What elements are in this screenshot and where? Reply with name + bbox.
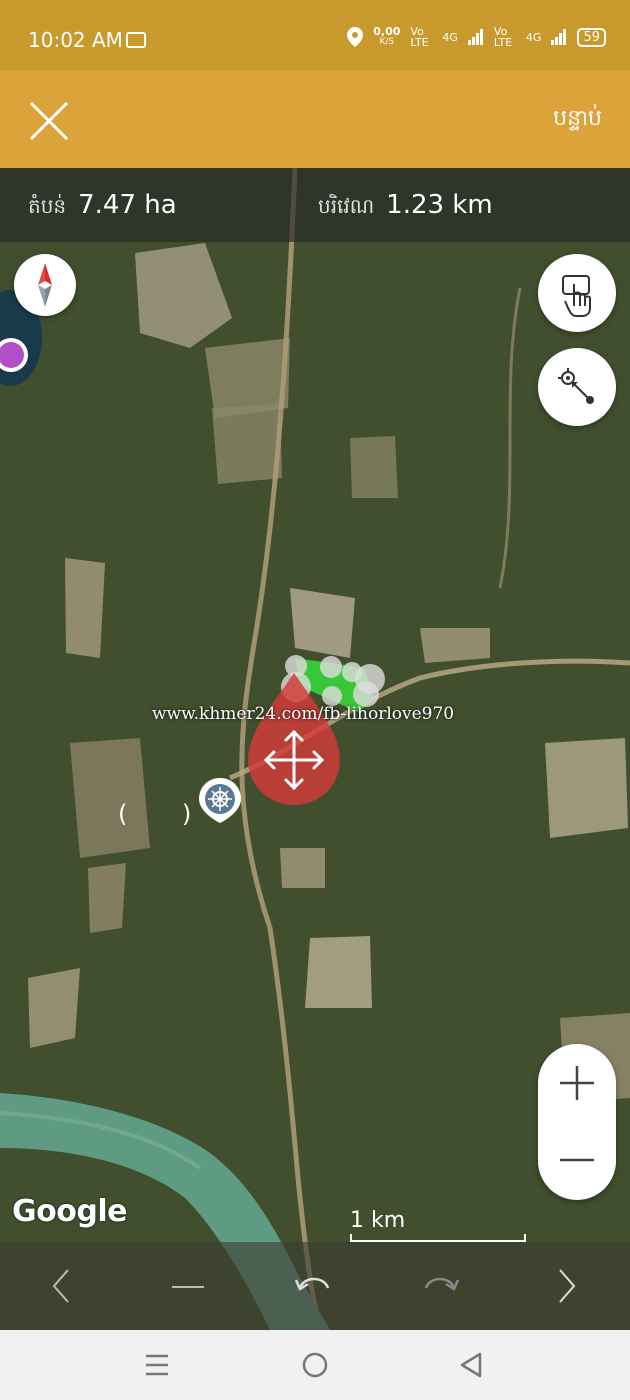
data-speed: 0,00 [373,25,401,38]
area-label: តំបន់ [28,194,67,218]
next-button[interactable]: បន្ទាប់ [553,104,602,136]
sim2-label: Vo LTE [493,25,513,49]
battery-indicator: 59 [577,27,606,47]
camera-icon [0,342,24,368]
pin-label-right: ) [182,800,192,828]
signal-icon [467,29,483,45]
watermark-text: www.khmer24.com/fb-lihorlove970 [152,704,455,724]
gps-point-icon [558,368,594,404]
zoom-in-button[interactable] [538,1044,616,1122]
google-logo: Google [12,1194,127,1229]
scale-bar [350,1234,526,1242]
compass-button[interactable] [14,254,76,316]
menu-icon[interactable] [144,1352,170,1378]
notification-icon [126,32,146,48]
chevron-left-icon[interactable] [46,1266,76,1306]
sim1-net: 4G [442,30,458,44]
zoom-out-button[interactable] [538,1122,616,1200]
compass-icon [38,263,52,307]
app-header: បន្ទាប់ [0,70,630,168]
status-bar: 10:02 AM 0,00 K/S Vo LTE 4G Vo LTE 4G 59 [0,0,630,70]
close-icon[interactable] [28,100,70,142]
status-indicators: 0,00 K/S Vo LTE 4G Vo LTE 4G 59 [347,26,606,48]
sim2-net: 4G [525,30,542,44]
manual-draw-button[interactable] [538,254,616,332]
system-navigation-bar [0,1330,630,1400]
satellite-map[interactable]: ( ) [0,168,630,1330]
touch-hand-icon [562,275,591,317]
scale-label: 1 km [350,1208,406,1233]
area-metric: តំបន់ 7.47 ha [28,190,177,223]
status-time: 10:02 AM [28,28,123,52]
area-value: 7.47 ha [78,190,177,220]
perimeter-value: 1.23 km [386,190,493,220]
perimeter-label: បរិវេណ [318,194,375,218]
back-icon[interactable] [458,1351,484,1379]
data-unit: K/S [379,37,395,47]
editing-toolbar [0,1242,630,1330]
undo-icon[interactable] [292,1266,336,1306]
point-measure-button[interactable] [538,348,616,426]
sim1-label: Vo LTE [410,25,429,49]
delete-point-icon[interactable] [168,1272,208,1302]
map-imagery [0,168,630,1330]
home-icon[interactable] [301,1351,329,1379]
redo-icon[interactable] [418,1266,462,1306]
zoom-control [538,1044,616,1200]
measurement-bar: តំបន់ 7.47 ha បរិវេណ 1.23 km [0,168,630,242]
location-icon [347,27,364,47]
perimeter-metric: បរិវេណ 1.23 km [318,190,493,223]
pin-label-left: ( [118,800,128,828]
chevron-right-icon[interactable] [552,1266,582,1306]
signal-icon [551,29,567,45]
